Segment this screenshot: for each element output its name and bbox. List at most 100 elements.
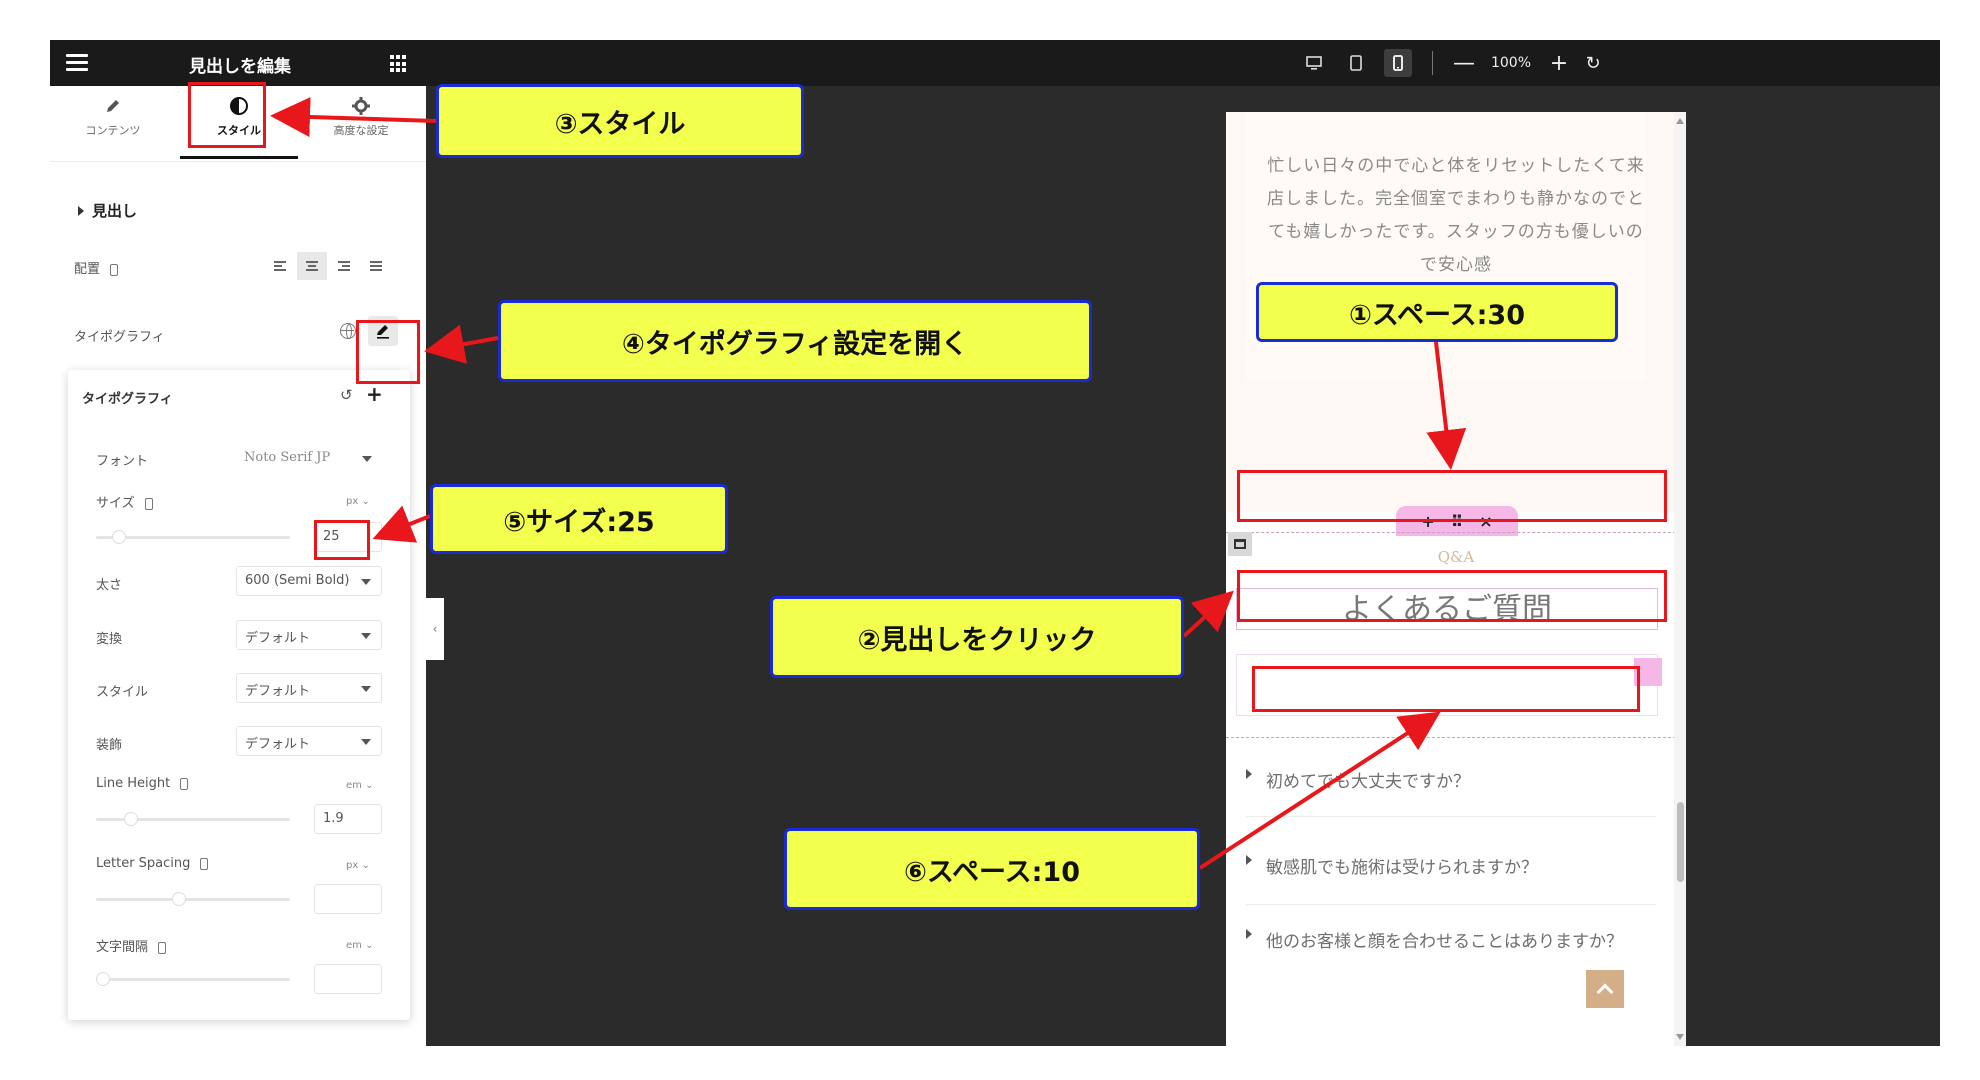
slider-knob[interactable] [112, 530, 126, 544]
widgets-grid-icon[interactable] [390, 55, 408, 73]
editor-panel: コンテンツ スタイル 高度な設定 見出し 配置 タイポグラフィ タイポグラフィ … [50, 86, 426, 1046]
top-bar: 見出しを編集 — 100% + ↻ [50, 40, 1940, 86]
callout-heading: ②見出しをクリック [770, 596, 1184, 678]
size-unit-select[interactable]: px ⌄ [346, 496, 370, 507]
highlight-spacer-bottom [1252, 666, 1640, 712]
callout-space-30: ①スペース:30 [1256, 282, 1618, 342]
menu-icon[interactable] [66, 54, 88, 72]
transform-label: 変換 [96, 632, 123, 647]
font-style-select[interactable]: デフォルト [236, 673, 382, 703]
scroll-top-button[interactable] [1586, 970, 1624, 1008]
collapse-panel-button[interactable]: ‹ [426, 598, 444, 660]
word-spacing-slider[interactable] [96, 972, 290, 986]
mobile-device-icon [200, 857, 209, 870]
font-family-select[interactable]: Noto Serif JP [236, 444, 382, 474]
typography-popover: タイポグラフィ ↺ + フォント Noto Serif JP サイズ px ⌄ … [68, 370, 410, 1020]
highlight-style-tab [188, 82, 266, 148]
highlight-spacer-top [1237, 470, 1667, 522]
mobile-device-icon [110, 263, 119, 276]
globe-icon[interactable] [340, 323, 356, 339]
line-height-input[interactable]: 1.9 [314, 804, 382, 834]
align-justify-icon[interactable] [361, 252, 391, 280]
alignment-control [265, 252, 391, 280]
font-label: フォント [96, 454, 149, 469]
style-label: スタイル [96, 685, 149, 700]
text-transform-select[interactable]: デフォルト [236, 620, 382, 650]
chevron-up-icon [1596, 983, 1614, 1001]
toolbar-divider [1432, 51, 1433, 75]
faq-item[interactable]: 他のお客様と顔を合わせることはありますか？ [1246, 922, 1656, 962]
caret-right-icon [1246, 855, 1252, 865]
typography-label: タイポグラフィ [74, 330, 165, 345]
scroll-thumb[interactable] [1677, 802, 1684, 882]
section-toggle-heading[interactable]: 見出し [78, 200, 137, 221]
align-center-icon[interactable] [297, 252, 327, 280]
highlight-typography-edit [356, 320, 420, 384]
mobile-device-icon [158, 941, 167, 954]
line-height-label: Line Height [96, 776, 171, 791]
reset-icon[interactable]: ↺ [340, 386, 353, 404]
scroll-up-arrow[interactable] [1676, 118, 1684, 124]
letter-spacing-input[interactable] [314, 884, 382, 914]
caret-right-icon [1246, 929, 1252, 939]
highlight-heading [1237, 570, 1667, 622]
slider-knob[interactable] [172, 892, 186, 906]
zoom-level: 100% [1490, 55, 1532, 71]
zoom-out-button[interactable]: — [1453, 51, 1475, 76]
faq-divider [1246, 816, 1656, 817]
word-spacing-unit-select[interactable]: em ⌄ [346, 940, 373, 951]
responsive-toolbar: — 100% + ↻ [1300, 40, 1603, 86]
reset-zoom-icon[interactable]: ↻ [1583, 53, 1603, 74]
slider-knob[interactable] [124, 812, 138, 826]
word-spacing-row: 文字間隔 [96, 936, 167, 955]
letter-spacing-unit-select[interactable]: px ⌄ [346, 860, 370, 871]
gear-icon [352, 97, 370, 115]
callout-typography: ④タイポグラフィ設定を開く [498, 300, 1092, 382]
desktop-icon[interactable] [1300, 49, 1328, 77]
weight-label: 太さ [96, 578, 123, 593]
zoom-in-button[interactable]: + [1549, 51, 1569, 76]
faq-question: 初めてでも大丈夫ですか？ [1266, 772, 1470, 792]
preview-scrollbar[interactable] [1674, 112, 1686, 1046]
callout-size: ⑤サイズ:25 [430, 484, 728, 554]
caret-right-icon [78, 205, 84, 216]
letter-spacing-row: Letter Spacing [96, 856, 209, 871]
line-height-unit-select[interactable]: em ⌄ [346, 780, 373, 791]
font-weight-select[interactable]: 600 (Semi Bold) [236, 566, 382, 596]
faq-item[interactable]: 敏感肌でも施術は受けられますか？ [1246, 848, 1656, 888]
panel-header: 見出しを編集 [50, 40, 426, 86]
align-left-icon[interactable] [265, 252, 295, 280]
mobile-device-icon [144, 497, 153, 510]
callout-space-10: ⑥スペース:10 [784, 828, 1200, 910]
panel-title: 見出しを編集 [189, 57, 291, 77]
align-row: 配置 [74, 258, 119, 277]
line-height-slider[interactable] [96, 812, 290, 826]
size-label: サイズ [96, 496, 135, 511]
mobile-device-icon [180, 777, 189, 790]
active-tab-indicator [180, 156, 298, 159]
scroll-down-arrow[interactable] [1676, 1034, 1684, 1040]
faq-item[interactable]: 初めてでも大丈夫ですか？ [1246, 762, 1656, 802]
word-spacing-label: 文字間隔 [96, 940, 149, 955]
slider-knob[interactable] [96, 972, 110, 986]
tab-advanced[interactable]: 高度な設定 [306, 94, 416, 158]
align-label: 配置 [74, 262, 101, 277]
decoration-label: 装飾 [96, 738, 123, 753]
mobile-icon[interactable] [1384, 49, 1412, 77]
section-title: 見出し [92, 202, 138, 220]
tab-label: コンテンツ [85, 124, 141, 137]
tablet-icon[interactable] [1342, 49, 1370, 77]
tab-content[interactable]: コンテンツ [58, 94, 168, 158]
text-decoration-select[interactable]: デフォルト [236, 726, 382, 756]
size-slider[interactable] [96, 530, 290, 544]
add-icon[interactable]: + [366, 382, 383, 406]
align-right-icon[interactable] [329, 252, 359, 280]
word-spacing-input[interactable] [314, 964, 382, 994]
tab-label: 高度な設定 [333, 124, 389, 137]
qa-kicker: Q&A [1437, 548, 1475, 566]
popover-title: タイポグラフィ [82, 392, 173, 407]
pencil-icon [107, 100, 119, 112]
letter-spacing-slider[interactable] [96, 892, 290, 906]
size-row: サイズ [96, 492, 153, 511]
letter-spacing-label: Letter Spacing [96, 856, 191, 871]
